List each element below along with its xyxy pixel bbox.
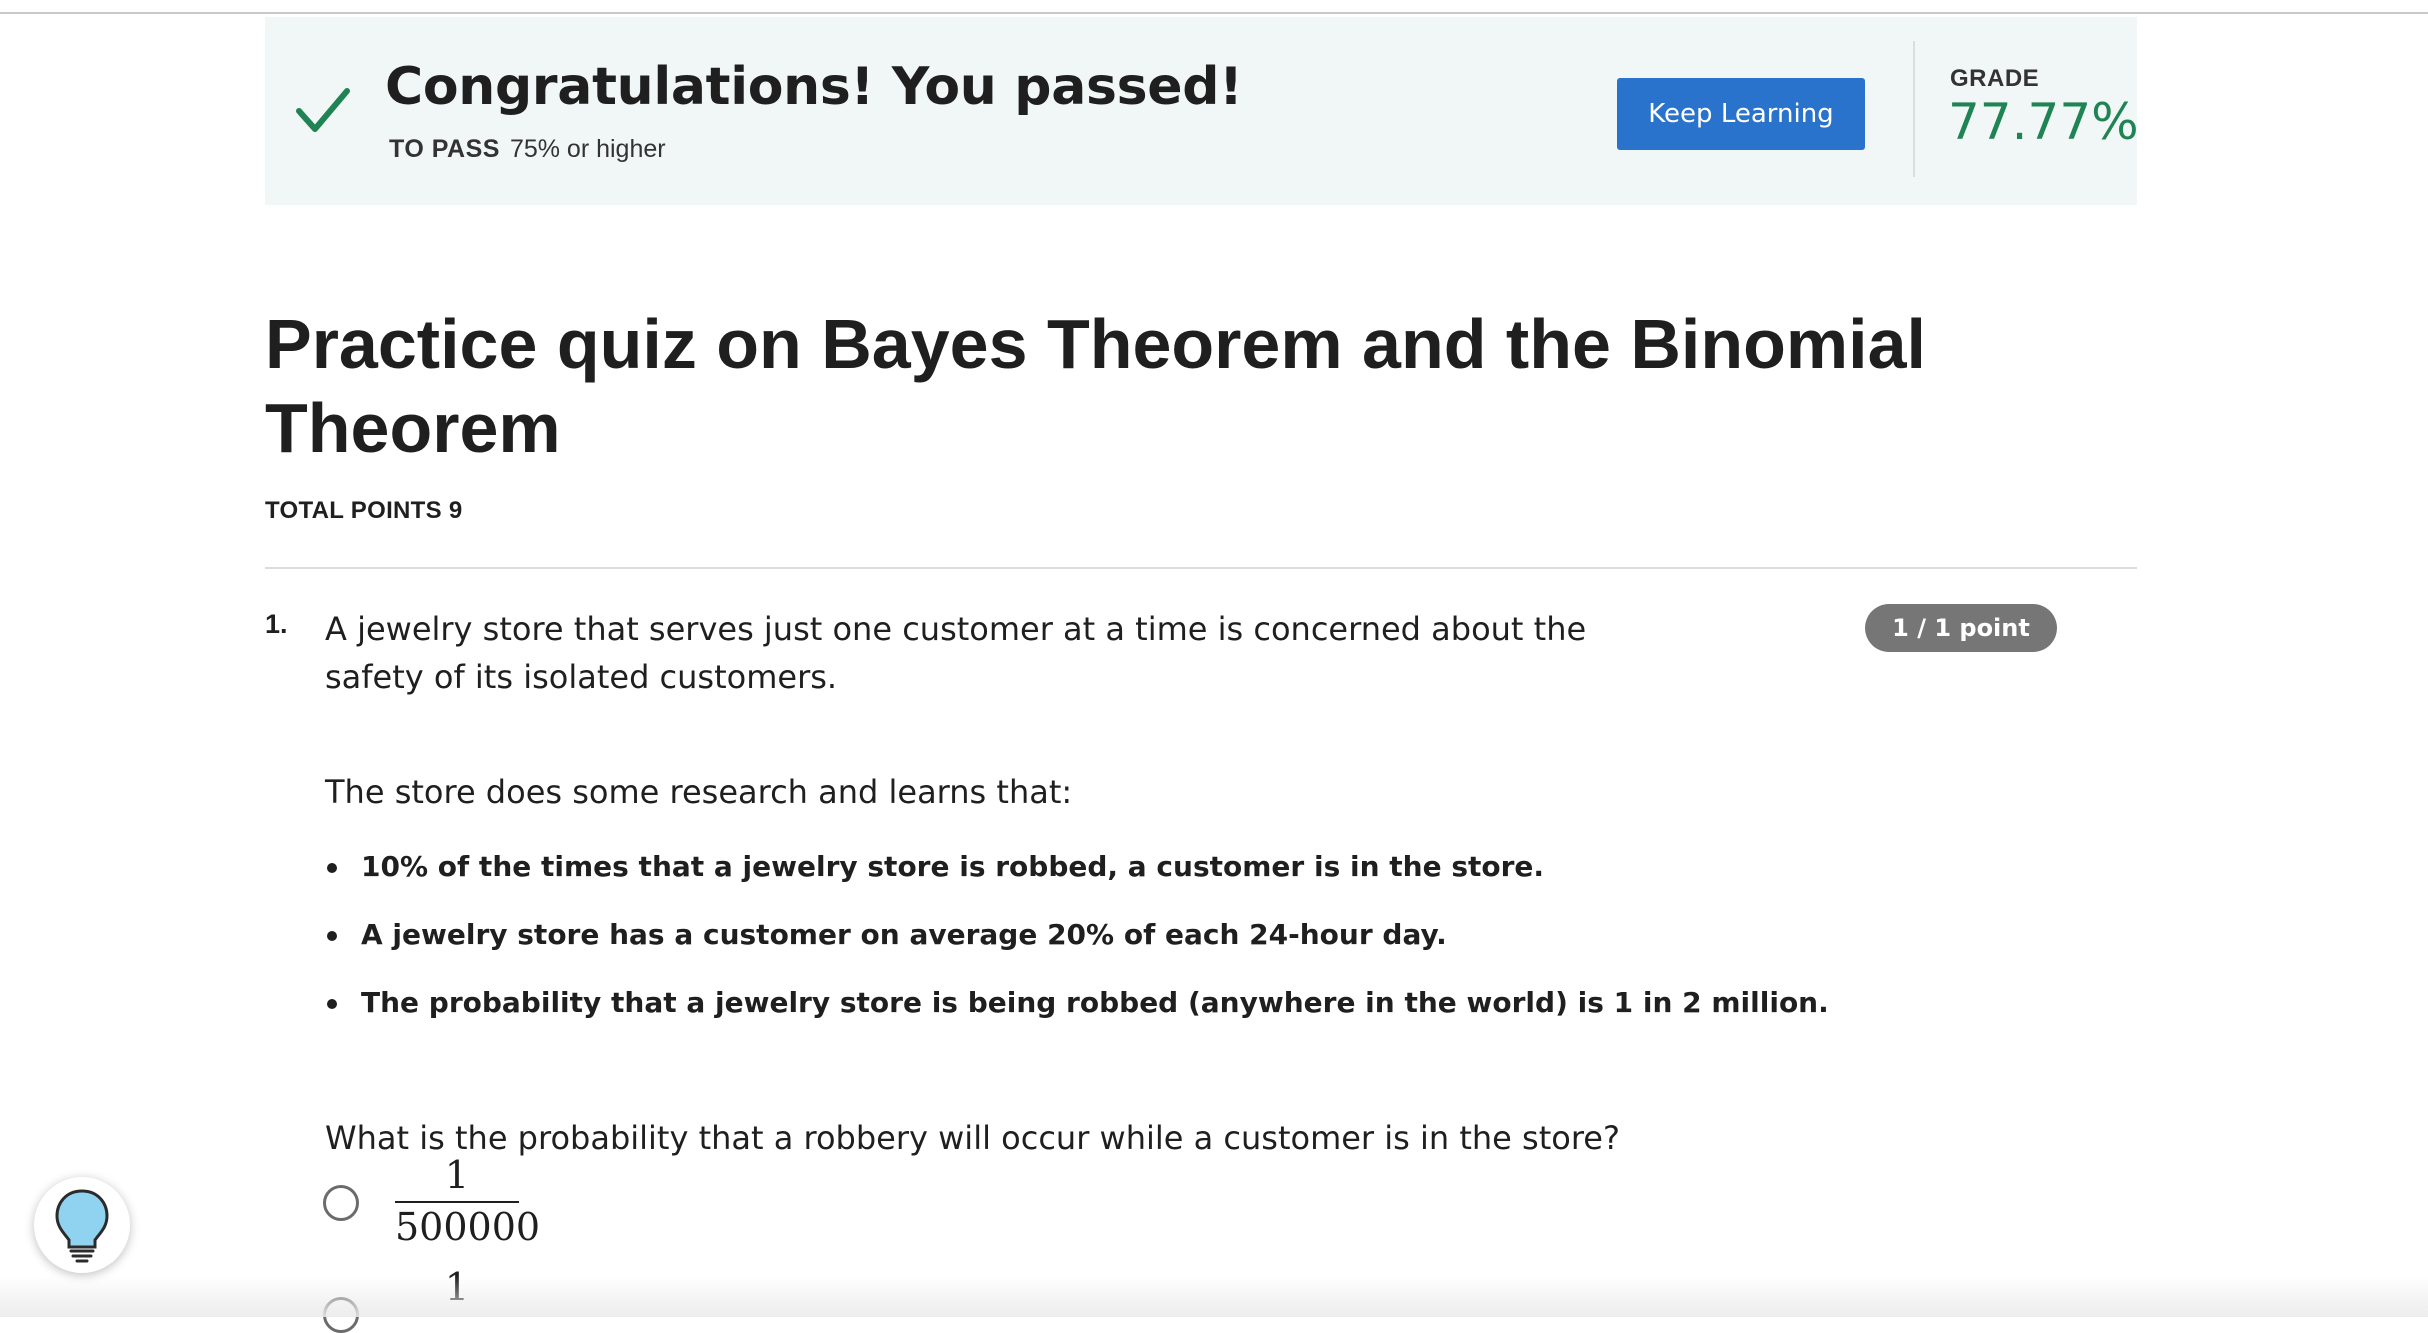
bullet bbox=[327, 863, 337, 873]
grade-divider bbox=[1913, 41, 1915, 177]
bullet bbox=[327, 999, 337, 1009]
check-icon bbox=[296, 88, 350, 132]
divider bbox=[265, 567, 2137, 569]
question-text: A jewelry store that serves just one cus… bbox=[325, 610, 1587, 696]
bullet bbox=[327, 931, 337, 941]
question-prompt: What is the probability that a robbery w… bbox=[325, 1119, 1620, 1157]
page-content: Congratulations! You passed! TO PASS 75% … bbox=[265, 17, 2139, 1333]
to-pass-label: TO PASS bbox=[389, 135, 500, 163]
keep-learning-button[interactable]: Keep Learning bbox=[1617, 78, 1865, 150]
list-item: A jewelry store has a customer on averag… bbox=[325, 915, 2025, 983]
help-button[interactable] bbox=[34, 1177, 130, 1273]
question-number: 1. bbox=[265, 609, 288, 639]
fraction-denominator: 500000 bbox=[395, 1205, 541, 1249]
list-item: 10% of the times that a jewelry store is… bbox=[325, 847, 2025, 915]
page-title: Practice quiz on Bayes Theorem and the B… bbox=[265, 305, 1926, 467]
lightbulb-icon bbox=[55, 1189, 109, 1263]
fact-text: The probability that a jewelry store is … bbox=[361, 986, 1829, 1019]
question-intro: The store does some research and learns … bbox=[325, 773, 1073, 811]
to-pass-value: 75% or higher bbox=[509, 135, 666, 163]
to-pass-info: TO PASS 75% or higher bbox=[389, 135, 666, 164]
banner-title: Congratulations! You passed! bbox=[385, 57, 1243, 117]
total-points: TOTAL POINTS 9 bbox=[265, 497, 463, 524]
result-banner: Congratulations! You passed! TO PASS 75% … bbox=[265, 17, 2139, 205]
top-rule bbox=[0, 12, 2428, 14]
fact-text: 10% of the times that a jewelry store is… bbox=[361, 850, 1545, 883]
points-badge: 1 / 1 point bbox=[1865, 604, 2057, 652]
grade-label: GRADE bbox=[1950, 65, 2040, 92]
fraction-numerator: 1 bbox=[444, 1153, 470, 1197]
fact-text: A jewelry store has a customer on averag… bbox=[361, 918, 1447, 951]
fraction-bar bbox=[395, 1201, 519, 1203]
radio-button[interactable] bbox=[323, 1185, 359, 1221]
fraction: 1 500000 bbox=[395, 1153, 541, 1249]
grade-value: 77.77% bbox=[1948, 93, 2139, 151]
facts-list: 10% of the times that a jewelry store is… bbox=[325, 847, 2025, 1051]
list-item: The probability that a jewelry store is … bbox=[325, 983, 2025, 1051]
bottom-shade bbox=[0, 1276, 2428, 1317]
